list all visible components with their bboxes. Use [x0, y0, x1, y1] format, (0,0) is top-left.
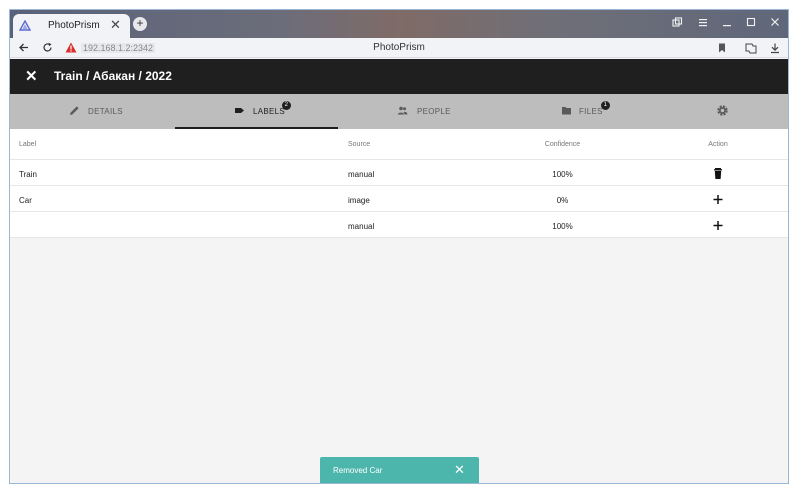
tab-actions-icon[interactable]: [672, 17, 683, 28]
column-header-label[interactable]: Label: [19, 141, 36, 148]
close-tab-icon[interactable]: ✕: [110, 17, 121, 33]
tab-labels-label: LABELS: [253, 107, 286, 116]
tab-files[interactable]: FILES 1: [520, 94, 686, 129]
label-name-cell[interactable]: Car: [19, 196, 32, 205]
close-window-icon[interactable]: [770, 17, 780, 27]
snackbar: Removed Car ✕: [320, 457, 479, 483]
delete-icon[interactable]: [708, 167, 728, 180]
column-header-source[interactable]: Source: [348, 141, 370, 148]
folder-icon: [562, 107, 571, 115]
source-cell: manual: [348, 222, 375, 231]
browser-window: PhotoPrism ✕ + 192.168.1.2:2342 PhotoPri…: [9, 9, 789, 484]
maximize-icon[interactable]: [746, 17, 756, 27]
table-row: Train manual 100%: [10, 160, 788, 186]
column-header-confidence[interactable]: Confidence: [540, 141, 585, 148]
translate-icon[interactable]: [745, 42, 757, 54]
tab-details[interactable]: DETAILS: [10, 94, 175, 129]
browser-tab-title: PhotoPrism: [48, 20, 100, 31]
browser-tab[interactable]: PhotoPrism ✕: [13, 14, 130, 38]
source-cell: manual: [348, 170, 375, 179]
photoprism-favicon-icon: [19, 20, 31, 31]
address-bar: 192.168.1.2:2342 PhotoPrism: [10, 38, 788, 58]
confidence-cell: 100%: [552, 170, 573, 179]
add-icon[interactable]: [708, 219, 728, 232]
close-snackbar-icon[interactable]: ✕: [454, 462, 465, 478]
tab-files-label: FILES: [579, 107, 603, 116]
snackbar-message: Removed Car: [333, 466, 383, 475]
menu-icon[interactable]: [698, 18, 708, 27]
page-title: PhotoPrism: [373, 42, 425, 53]
close-dialog-icon[interactable]: ✕: [25, 67, 38, 85]
label-icon: [235, 108, 244, 113]
confidence-cell: 0%: [556, 196, 569, 205]
minimize-icon[interactable]: [722, 18, 732, 27]
tab-settings[interactable]: [686, 94, 788, 129]
bookmark-icon[interactable]: [716, 42, 728, 54]
tab-details-label: DETAILS: [88, 107, 123, 116]
tab-people-label: PEOPLE: [417, 107, 451, 116]
add-icon[interactable]: [708, 193, 728, 206]
label-name-cell[interactable]: Train: [19, 170, 37, 179]
app-toolbar: ✕ Train / Абакан / 2022: [10, 59, 788, 94]
dialog-title: Train / Абакан / 2022: [54, 69, 172, 83]
table-header-row: Label Source Confidence Action: [10, 129, 788, 160]
table-row: manual 100%: [10, 212, 788, 238]
source-cell: image: [348, 196, 370, 205]
column-header-action: Action: [708, 141, 728, 148]
edit-tabs: DETAILS LABELS 2 PEOPLE FILES 1: [10, 94, 788, 129]
browser-titlebar: PhotoPrism ✕ +: [10, 10, 788, 38]
tab-people[interactable]: PEOPLE: [338, 94, 520, 129]
pencil-icon: [70, 106, 79, 115]
table-row: Car image 0%: [10, 186, 788, 212]
people-icon: [397, 106, 408, 115]
labels-table: Label Source Confidence Action Train man…: [10, 129, 788, 238]
confidence-cell: 100%: [552, 222, 573, 231]
labels-count-badge: 2: [282, 101, 291, 110]
new-tab-button[interactable]: +: [133, 17, 147, 31]
gear-icon: [717, 105, 728, 116]
tab-labels[interactable]: LABELS 2: [175, 94, 338, 129]
files-count-badge: 1: [601, 101, 610, 110]
download-icon[interactable]: [769, 42, 781, 54]
